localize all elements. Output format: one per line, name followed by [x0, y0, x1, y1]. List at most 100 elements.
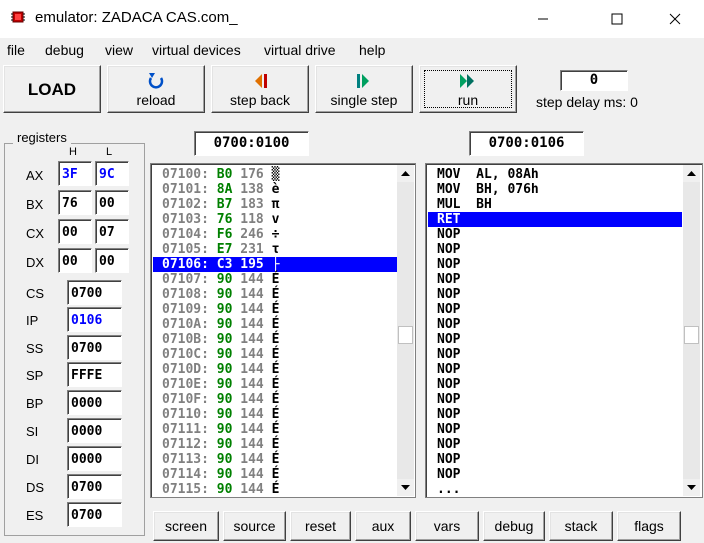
reg-ip-value[interactable]: 0106 [67, 307, 122, 332]
disasm-row[interactable]: NOP [428, 242, 682, 257]
menu-view[interactable]: view [105, 42, 133, 58]
reg-dx-low[interactable]: 00 [95, 248, 129, 273]
reg-ds-value[interactable]: 0700 [67, 474, 122, 499]
flags-button[interactable]: flags [617, 511, 681, 541]
maximize-button[interactable] [594, 0, 640, 38]
reg-sp-value[interactable]: FFFE [67, 362, 122, 387]
memory-row[interactable]: 07108: 90 144 É [153, 287, 397, 302]
disasm-row[interactable]: NOP [428, 407, 682, 422]
memory-row[interactable]: 07100: B0 176 ▒ [153, 167, 397, 182]
disasm-row[interactable]: NOP [428, 227, 682, 242]
reg-es-value[interactable]: 0700 [67, 502, 122, 527]
memory-hex: 90 [216, 377, 233, 392]
memory-row[interactable]: 0710F: 90 144 É [153, 392, 397, 407]
disasm-row[interactable]: ... [428, 482, 682, 497]
reg-ip-label: IP [26, 313, 39, 328]
disasm-row[interactable]: RET [428, 212, 682, 227]
disasm-row[interactable]: NOP [428, 347, 682, 362]
single-step-button[interactable]: single step [315, 65, 413, 113]
disasm-row[interactable]: NOP [428, 392, 682, 407]
disasm-row[interactable]: NOP [428, 332, 682, 347]
reg-si-value[interactable]: 0000 [67, 418, 122, 443]
memory-row[interactable]: 07112: 90 144 É [153, 437, 397, 452]
disasm-row[interactable]: MUL BH [428, 197, 682, 212]
memory-address: 0710F: [162, 392, 209, 407]
load-button[interactable]: LOAD [3, 65, 101, 113]
disasm-row[interactable]: NOP [428, 377, 682, 392]
disasm-row[interactable]: NOP [428, 317, 682, 332]
memory-row[interactable]: 07103: 76 118 v [153, 212, 397, 227]
reg-ax-high[interactable]: 3F [58, 161, 92, 186]
disasm-scroll-thumb[interactable] [684, 326, 699, 344]
step-delay-input[interactable]: 0 [560, 70, 628, 91]
disasm-row[interactable]: NOP [428, 422, 682, 437]
memory-row[interactable]: 07113: 90 144 É [153, 452, 397, 467]
reg-ax-low[interactable]: 9C [95, 161, 129, 186]
disasm-row[interactable]: NOP [428, 287, 682, 302]
step-back-button[interactable]: step back [211, 65, 309, 113]
menu-help[interactable]: help [359, 42, 385, 58]
disasm-row[interactable]: MOV AL, 08Ah [428, 167, 682, 182]
reg-di-value[interactable]: 0000 [67, 446, 122, 471]
menu-virtual-devices[interactable]: virtual devices [152, 42, 241, 58]
minimize-button[interactable] [520, 0, 566, 38]
memory-row[interactable]: 07107: 90 144 É [153, 272, 397, 287]
memory-row[interactable]: 07109: 90 144 É [153, 302, 397, 317]
reload-button[interactable]: reload [107, 65, 205, 113]
memory-address: 07108: [162, 287, 209, 302]
memory-scroll-down[interactable] [397, 479, 414, 496]
screen-button[interactable]: screen [153, 511, 219, 541]
memory-scroll-thumb[interactable] [398, 326, 413, 344]
disasm-row[interactable]: NOP [428, 272, 682, 287]
stack-button[interactable]: stack [549, 511, 613, 541]
reg-cx-high[interactable]: 00 [58, 219, 92, 244]
aux-button[interactable]: aux [355, 511, 411, 541]
reset-button[interactable]: reset [290, 511, 351, 541]
disasm-row[interactable]: NOP [428, 257, 682, 272]
reg-cs-value[interactable]: 0700 [67, 280, 122, 305]
close-button[interactable] [652, 0, 698, 38]
disasm-row[interactable]: NOP [428, 452, 682, 467]
reg-bp-value[interactable]: 0000 [67, 390, 122, 415]
disasm-address-input[interactable]: 0700:0106 [469, 131, 584, 156]
source-button[interactable]: source [223, 511, 286, 541]
disasm-row[interactable]: NOP [428, 467, 682, 482]
memory-row[interactable]: 0710E: 90 144 É [153, 377, 397, 392]
memory-row[interactable]: 07111: 90 144 É [153, 422, 397, 437]
memory-row[interactable]: 07114: 90 144 É [153, 467, 397, 482]
memory-scrollbar[interactable] [397, 165, 414, 496]
disasm-scroll-up[interactable] [683, 165, 700, 182]
reg-cx-low[interactable]: 07 [95, 219, 129, 244]
disasm-scrollbar[interactable] [683, 165, 700, 496]
memory-row[interactable]: 07101: 8A 138 è [153, 182, 397, 197]
disasm-row[interactable]: NOP [428, 437, 682, 452]
memory-row[interactable]: 07106: C3 195 ├ [153, 257, 397, 272]
memory-row[interactable]: 07104: F6 246 ÷ [153, 227, 397, 242]
memory-row[interactable]: 07110: 90 144 É [153, 407, 397, 422]
disasm-list[interactable]: MOV AL, 08Ah MOV BH, 076h MUL BH RET NOP NOP N… [425, 163, 703, 498]
reg-dx-high[interactable]: 00 [58, 248, 92, 273]
memory-row[interactable]: 0710C: 90 144 É [153, 347, 397, 362]
debug-button[interactable]: debug [483, 511, 545, 541]
menu-file[interactable]: file [7, 42, 25, 58]
reg-ss-value[interactable]: 0700 [67, 335, 122, 360]
reg-bx-high[interactable]: 76 [58, 190, 92, 215]
memory-row[interactable]: 0710A: 90 144 É [153, 317, 397, 332]
memory-row[interactable]: 07105: E7 231 τ [153, 242, 397, 257]
vars-button[interactable]: vars [415, 511, 479, 541]
disasm-row[interactable]: MOV BH, 076h [428, 182, 682, 197]
memory-scroll-up[interactable] [397, 165, 414, 182]
memory-row[interactable]: 07115: 90 144 É [153, 482, 397, 497]
run-button[interactable]: run [419, 65, 517, 113]
menu-debug[interactable]: debug [45, 42, 84, 58]
reg-bx-low[interactable]: 00 [95, 190, 129, 215]
disasm-scroll-down[interactable] [683, 479, 700, 496]
memory-address-input[interactable]: 0700:0100 [194, 131, 309, 156]
disasm-row[interactable]: NOP [428, 362, 682, 377]
disasm-row[interactable]: NOP [428, 302, 682, 317]
memory-row[interactable]: 0710B: 90 144 É [153, 332, 397, 347]
memory-row[interactable]: 07102: B7 183 π [153, 197, 397, 212]
memory-row[interactable]: 0710D: 90 144 É [153, 362, 397, 377]
memory-list[interactable]: 07100: B0 176 ▒ 07101: 8A 138 è 07102: B7 … [150, 163, 416, 498]
menu-virtual-drive[interactable]: virtual drive [264, 42, 336, 58]
